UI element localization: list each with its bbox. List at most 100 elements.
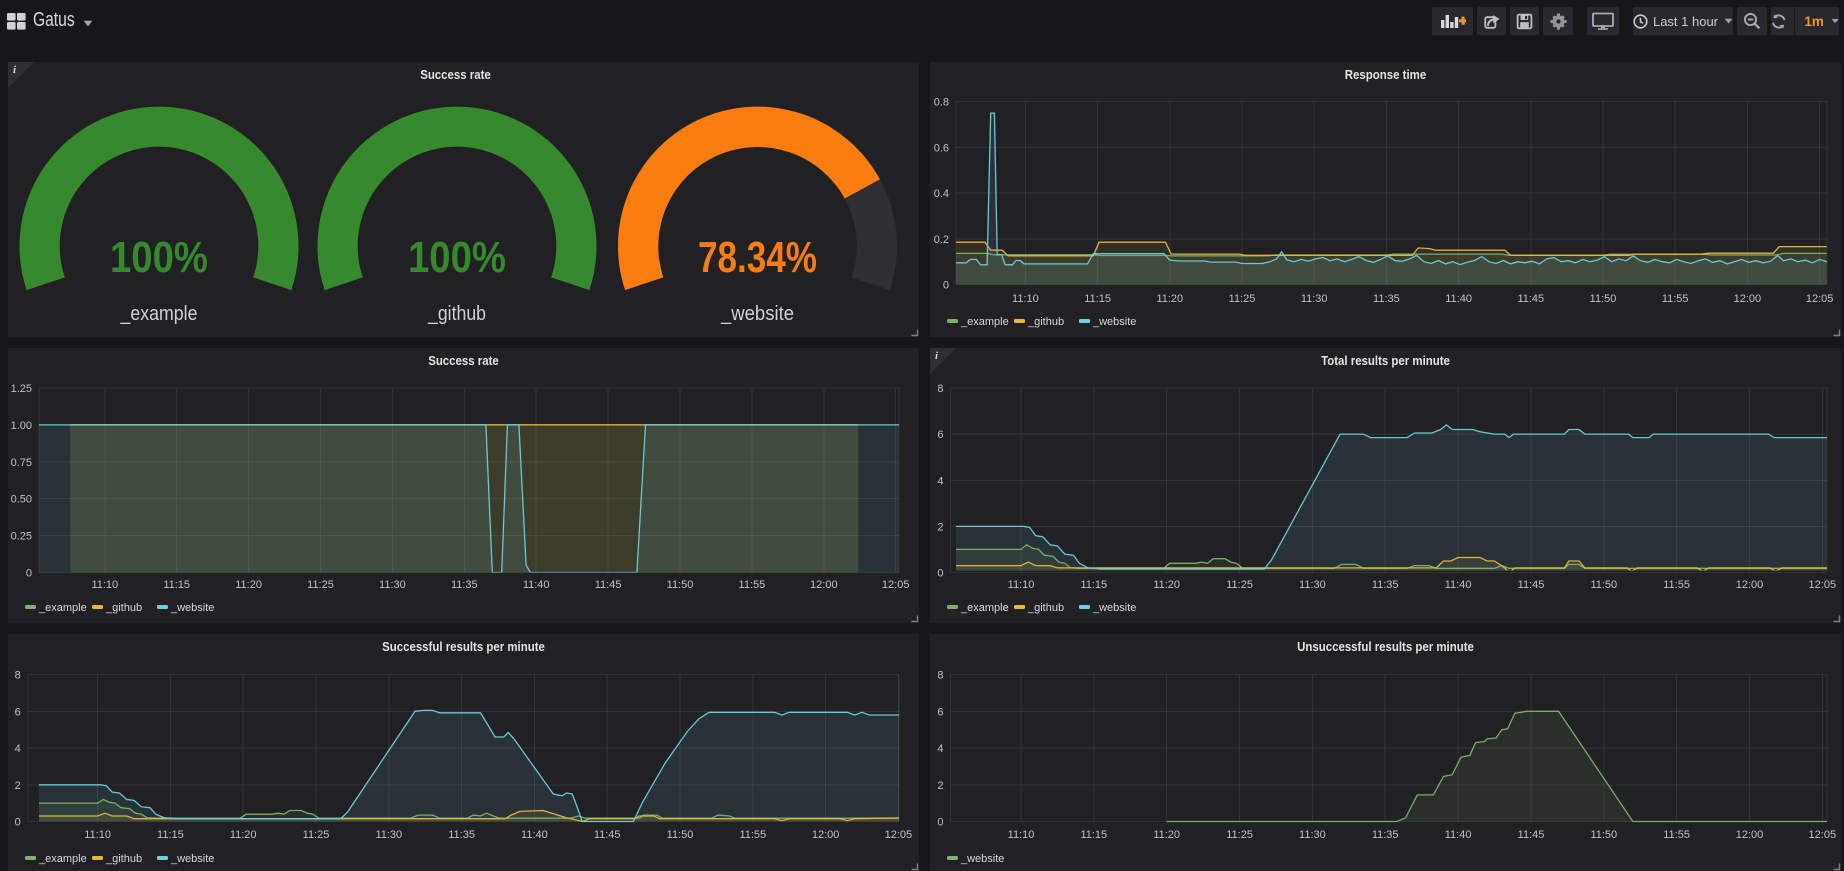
svg-text:2: 2 <box>937 521 943 533</box>
svg-text:0.2: 0.2 <box>934 234 949 246</box>
svg-text:_example: _example <box>960 602 1009 614</box>
svg-text:8: 8 <box>15 670 21 682</box>
svg-text:11:10: 11:10 <box>84 829 111 841</box>
svg-text:4: 4 <box>15 743 21 755</box>
svg-text:11:50: 11:50 <box>1590 829 1617 841</box>
svg-text:11:10: 11:10 <box>1008 579 1035 591</box>
svg-text:12:05: 12:05 <box>882 579 910 591</box>
svg-text:11:45: 11:45 <box>595 579 622 591</box>
svg-text:12:05: 12:05 <box>1806 293 1834 305</box>
svg-text:_example: _example <box>38 602 87 614</box>
svg-text:_github: _github <box>105 602 142 614</box>
svg-text:11:40: 11:40 <box>521 829 548 841</box>
svg-text:11:35: 11:35 <box>448 829 475 841</box>
svg-text:11:25: 11:25 <box>307 579 334 591</box>
svg-text:11:30: 11:30 <box>379 579 406 591</box>
svg-text:11:20: 11:20 <box>1153 829 1180 841</box>
svg-text:100%: 100% <box>408 233 506 282</box>
svg-text:11:10: 11:10 <box>1012 293 1039 305</box>
svg-text:12:05: 12:05 <box>885 829 913 841</box>
svg-text:_example: _example <box>120 303 198 325</box>
svg-text:12:00: 12:00 <box>1736 579 1764 591</box>
svg-text:11:50: 11:50 <box>667 579 694 591</box>
svg-text:2: 2 <box>937 780 943 792</box>
svg-text:2: 2 <box>15 780 21 792</box>
svg-text:_website: _website <box>170 853 214 865</box>
svg-text:0.50: 0.50 <box>11 494 32 506</box>
svg-text:11:20: 11:20 <box>1156 293 1183 305</box>
svg-text:_example: _example <box>38 853 87 865</box>
svg-text:1.25: 1.25 <box>11 383 32 395</box>
svg-text:11:35: 11:35 <box>1373 293 1400 305</box>
svg-text:11:30: 11:30 <box>1299 829 1326 841</box>
svg-text:1.00: 1.00 <box>11 420 32 432</box>
svg-text:8: 8 <box>937 383 943 395</box>
svg-text:_website: _website <box>960 853 1004 865</box>
svg-text:11:15: 11:15 <box>163 579 190 591</box>
svg-text:11:55: 11:55 <box>739 579 766 591</box>
svg-text:0.25: 0.25 <box>11 531 32 543</box>
svg-text:12:05: 12:05 <box>1809 829 1837 841</box>
svg-text:11:25: 11:25 <box>1226 829 1253 841</box>
svg-text:11:10: 11:10 <box>91 579 118 591</box>
svg-text:0: 0 <box>943 280 949 292</box>
svg-text:78.34%: 78.34% <box>698 233 817 282</box>
svg-text:0.6: 0.6 <box>934 142 949 154</box>
svg-text:_website: _website <box>720 303 794 325</box>
svg-text:4: 4 <box>937 743 943 755</box>
svg-text:11:50: 11:50 <box>667 829 694 841</box>
svg-text:_website: _website <box>1092 316 1136 328</box>
svg-text:12:05: 12:05 <box>1809 579 1837 591</box>
svg-text:11:30: 11:30 <box>375 829 402 841</box>
svg-text:_example: _example <box>960 316 1009 328</box>
svg-text:11:25: 11:25 <box>1229 293 1256 305</box>
svg-text:0.4: 0.4 <box>934 188 949 200</box>
svg-text:_website: _website <box>170 602 214 614</box>
svg-text:11:45: 11:45 <box>1517 293 1544 305</box>
svg-text:11:15: 11:15 <box>1084 293 1111 305</box>
svg-text:8: 8 <box>937 670 943 682</box>
svg-text:11:55: 11:55 <box>1662 293 1689 305</box>
svg-text:_website: _website <box>1092 602 1136 614</box>
svg-text:0.75: 0.75 <box>11 457 32 469</box>
svg-text:11:55: 11:55 <box>1663 829 1690 841</box>
svg-text:0: 0 <box>937 817 943 829</box>
svg-text:_github: _github <box>1027 602 1064 614</box>
svg-text:6: 6 <box>15 706 21 718</box>
svg-text:11:15: 11:15 <box>1080 829 1107 841</box>
svg-text:100%: 100% <box>110 233 208 282</box>
svg-text:12:00: 12:00 <box>1734 293 1762 305</box>
svg-text:11:35: 11:35 <box>1372 579 1399 591</box>
svg-text:11:25: 11:25 <box>303 829 330 841</box>
svg-text:11:40: 11:40 <box>523 579 550 591</box>
svg-text:6: 6 <box>937 706 943 718</box>
svg-text:0: 0 <box>937 568 943 580</box>
svg-text:11:45: 11:45 <box>1518 829 1545 841</box>
svg-text:11:40: 11:40 <box>1445 829 1472 841</box>
svg-text:11:40: 11:40 <box>1445 293 1472 305</box>
svg-text:11:45: 11:45 <box>594 829 621 841</box>
svg-text:11:50: 11:50 <box>1590 293 1617 305</box>
svg-text:11:20: 11:20 <box>230 829 257 841</box>
svg-text:0: 0 <box>15 817 21 829</box>
svg-text:11:35: 11:35 <box>1372 829 1399 841</box>
svg-text:6: 6 <box>937 429 943 441</box>
svg-text:11:55: 11:55 <box>739 829 766 841</box>
svg-text:_github: _github <box>105 853 142 865</box>
svg-text:11:45: 11:45 <box>1518 579 1545 591</box>
svg-text:_github: _github <box>1027 316 1064 328</box>
svg-text:11:10: 11:10 <box>1008 829 1035 841</box>
svg-text:11:40: 11:40 <box>1445 579 1472 591</box>
svg-text:11:50: 11:50 <box>1590 579 1617 591</box>
svg-text:12:00: 12:00 <box>812 829 840 841</box>
svg-text:12:00: 12:00 <box>1736 829 1764 841</box>
svg-text:11:35: 11:35 <box>451 579 478 591</box>
svg-text:11:30: 11:30 <box>1301 293 1328 305</box>
svg-text:12:00: 12:00 <box>810 579 838 591</box>
svg-text:11:30: 11:30 <box>1299 579 1326 591</box>
svg-text:0: 0 <box>26 568 32 580</box>
svg-text:11:55: 11:55 <box>1663 579 1690 591</box>
svg-text:4: 4 <box>937 475 943 487</box>
svg-text:11:20: 11:20 <box>1153 579 1180 591</box>
svg-text:11:15: 11:15 <box>1080 579 1107 591</box>
